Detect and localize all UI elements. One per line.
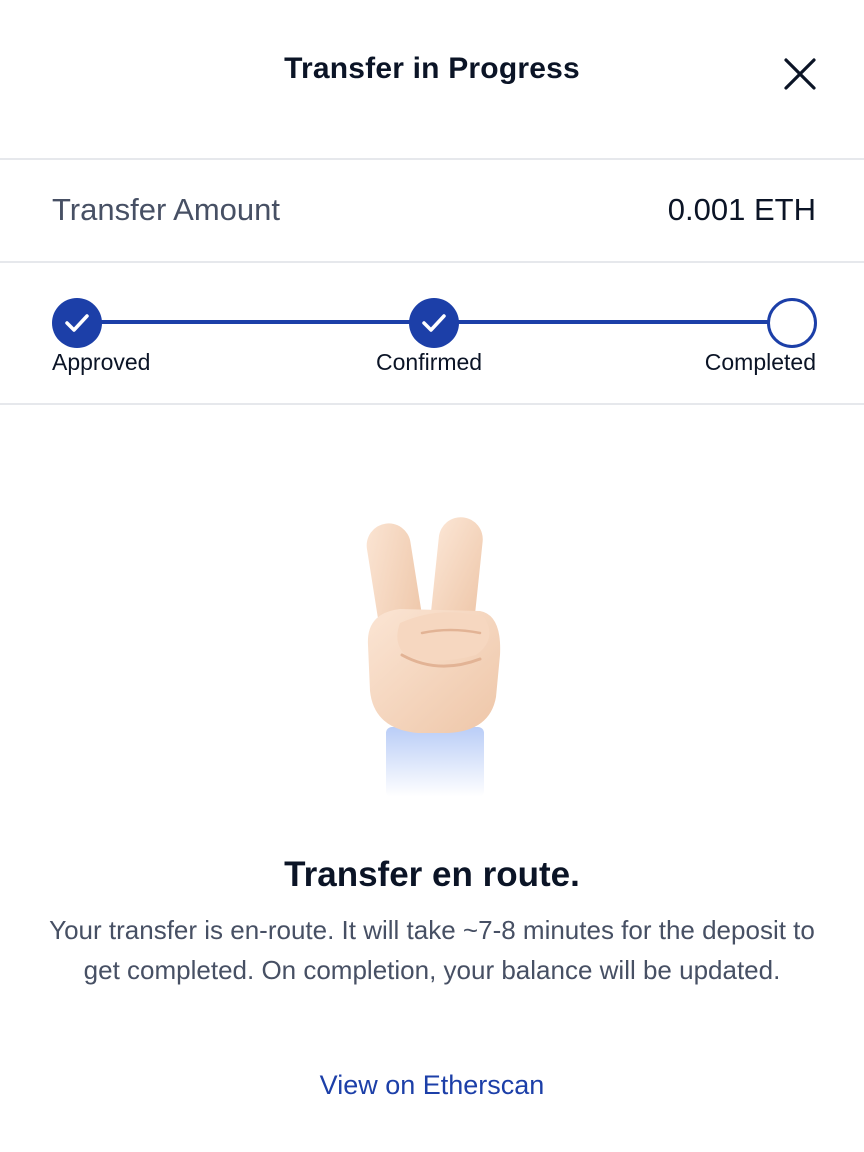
step-confirmed-indicator bbox=[409, 298, 459, 348]
close-icon[interactable] bbox=[780, 54, 820, 94]
modal-header: Transfer in Progress bbox=[0, 0, 864, 160]
transfer-amount-row: Transfer Amount 0.001 ETH bbox=[0, 162, 864, 263]
step-connector bbox=[100, 320, 412, 324]
step-approved-indicator bbox=[52, 298, 102, 348]
check-icon bbox=[422, 314, 446, 332]
modal-title: Transfer in Progress bbox=[284, 52, 580, 85]
step-label-completed: Completed bbox=[704, 349, 816, 375]
view-on-etherscan-link[interactable]: View on Etherscan bbox=[0, 1070, 864, 1101]
status-description: Your transfer is en-route. It will take … bbox=[49, 915, 815, 985]
step-completed-indicator bbox=[767, 298, 817, 348]
progress-stepper: Approved Confirmed Completed bbox=[0, 265, 864, 405]
step-label-confirmed: Confirmed bbox=[376, 349, 483, 375]
transfer-amount-label: Transfer Amount bbox=[52, 192, 281, 227]
close-button[interactable] bbox=[780, 54, 820, 94]
step-label-approved: Approved bbox=[52, 349, 151, 375]
peace-hand-icon bbox=[330, 505, 530, 805]
check-icon bbox=[65, 314, 89, 332]
transfer-amount-value: 0.001 ETH bbox=[667, 192, 816, 227]
step-connector bbox=[458, 320, 770, 324]
status-title: Transfer en route. bbox=[284, 855, 580, 894]
